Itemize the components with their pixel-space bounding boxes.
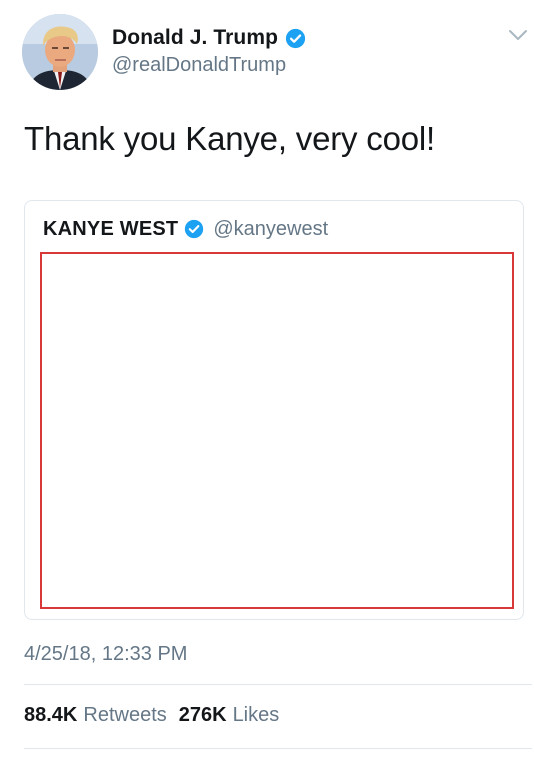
quoted-tweet-media[interactable] <box>40 252 514 609</box>
quoted-display-name: KANYE WEST <box>43 217 179 240</box>
tweet-timestamp[interactable]: 4/25/18, 12:33 PM <box>24 643 187 666</box>
chevron-down-icon[interactable] <box>508 28 528 42</box>
retweets-count: 88.4K <box>24 704 78 726</box>
likes-label: Likes <box>232 704 280 726</box>
likes-count: 276K <box>178 704 227 726</box>
quoted-handle: @kanyewest <box>213 217 329 240</box>
verified-badge-icon <box>184 219 204 239</box>
divider <box>24 748 532 749</box>
author-avatar[interactable] <box>22 14 98 90</box>
engagement-stats: 88.4K Retweets 276K Likes <box>24 704 291 727</box>
author-display-name[interactable]: Donald J. Trump <box>112 26 278 50</box>
author-handle[interactable]: @realDonaldTrump <box>112 54 286 77</box>
profile-photo-icon <box>22 14 98 90</box>
retweets-label: Retweets <box>83 704 167 726</box>
divider <box>24 684 532 685</box>
likes-stat[interactable]: 276K Likes <box>179 704 280 727</box>
retweets-stat[interactable]: 88.4K Retweets <box>24 704 167 727</box>
author-name-row[interactable]: Donald J. Trump <box>112 24 306 52</box>
verified-badge-icon <box>285 28 306 49</box>
tweet-text: Thank you Kanye, very cool! <box>24 120 435 157</box>
quoted-tweet-card[interactable]: KANYE WEST @kanyewest <box>24 200 524 620</box>
quoted-tweet-header: KANYE WEST @kanyewest <box>43 215 328 243</box>
